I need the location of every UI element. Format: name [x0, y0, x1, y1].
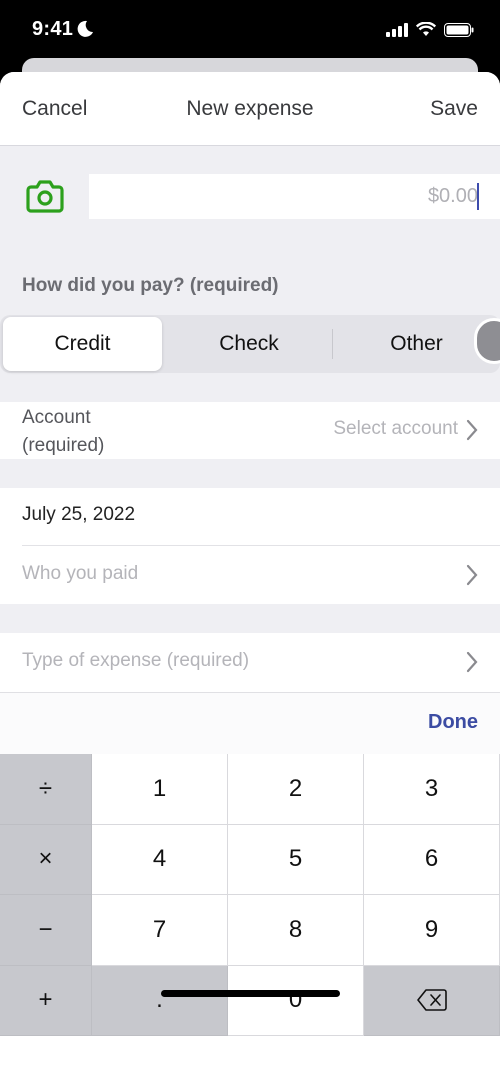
key-2[interactable]: 2 [228, 754, 364, 825]
moon-icon [77, 20, 93, 37]
key-7[interactable]: 7 [92, 895, 228, 966]
key-6[interactable]: 6 [364, 824, 500, 895]
keyboard-toolbar: Done [0, 692, 500, 754]
payment-method-label: How did you pay? (required) [22, 275, 279, 296]
payee-placeholder: Who you paid [22, 563, 139, 584]
page-title: New expense [186, 97, 314, 120]
wifi-icon [416, 22, 436, 36]
key-8[interactable]: 8 [228, 895, 364, 966]
key-3[interactable]: 3 [364, 754, 500, 825]
home-area [0, 1036, 500, 1080]
account-row[interactable]: Account (required) Select account [0, 402, 500, 459]
key-9[interactable]: 9 [364, 895, 500, 966]
signal-icon [386, 22, 408, 37]
chevron-right-icon [466, 564, 478, 586]
new-expense-sheet: Cancel New expense Save $0.00 How did yo… [0, 72, 500, 1080]
expense-type-placeholder: Type of expense (required) [22, 650, 250, 671]
segment-check[interactable]: Check [166, 317, 332, 371]
status-time: 9:41 [32, 18, 74, 40]
key-delete[interactable] [364, 965, 500, 1036]
key-divide[interactable]: ÷ [0, 754, 92, 825]
battery-icon [444, 22, 474, 37]
key-5[interactable]: 5 [228, 824, 364, 895]
key-multiply[interactable]: × [0, 824, 92, 895]
key-4[interactable]: 4 [92, 824, 228, 895]
done-button[interactable]: Done [428, 711, 478, 734]
date-row[interactable]: July 25, 2022 [0, 488, 500, 546]
amount-input[interactable]: $0.00 [89, 174, 500, 219]
nav-bar: Cancel New expense Save [0, 72, 500, 146]
payment-method-segmented-control: Credit Check Other [0, 315, 500, 373]
save-button[interactable]: Save [430, 97, 478, 121]
text-caret [477, 183, 479, 210]
key-minus[interactable]: − [0, 895, 92, 966]
payee-row[interactable]: Who you paid [0, 546, 500, 604]
screen: 9:41 Cancel New expense Save $0.00 How d… [0, 0, 500, 1080]
home-indicator[interactable] [161, 990, 340, 997]
status-icons [386, 22, 474, 37]
account-select-value: Select account [333, 418, 458, 439]
chevron-right-icon [466, 651, 478, 673]
account-label-line1: Account [22, 407, 91, 428]
key-1[interactable]: 1 [92, 754, 228, 825]
key-plus[interactable]: + [0, 965, 92, 1036]
chevron-right-icon [466, 419, 478, 441]
camera-icon[interactable] [25, 176, 65, 216]
key-decimal[interactable]: . [92, 965, 228, 1036]
account-label: Account (required) [22, 404, 104, 460]
date-value: July 25, 2022 [22, 504, 136, 525]
amount-placeholder: $0.00 [427, 185, 478, 207]
drag-handle[interactable] [474, 318, 500, 364]
backspace-icon [416, 989, 447, 1012]
segment-credit[interactable]: Credit [3, 317, 162, 371]
account-label-line2: (required) [22, 435, 105, 456]
expense-type-row[interactable]: Type of expense (required) [0, 633, 500, 692]
key-0[interactable]: 0 [228, 965, 364, 1036]
status-bar: 9:41 [0, 0, 500, 62]
